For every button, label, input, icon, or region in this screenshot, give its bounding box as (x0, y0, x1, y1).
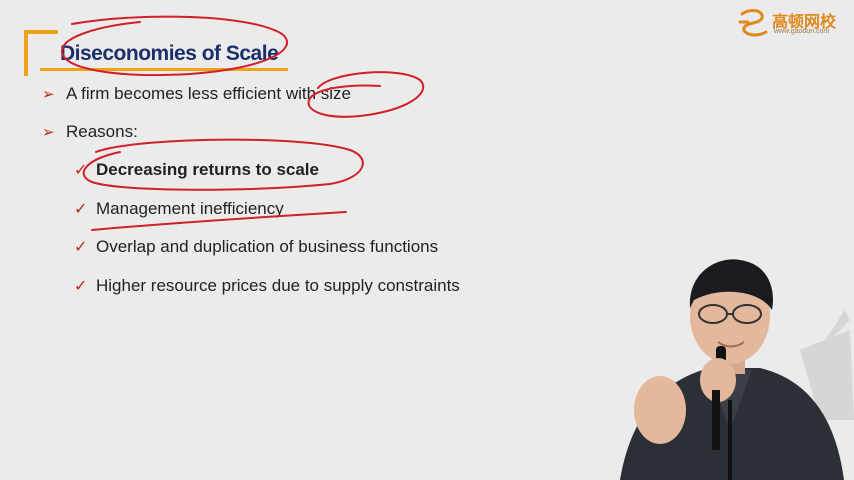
presenter-video (620, 259, 844, 480)
reason-item: ✓ Higher resource prices due to supply co… (74, 276, 460, 296)
gaodun-logo: 高顿网校 www.gaodun.com (736, 6, 846, 42)
reason-item: ✓ Decreasing returns to scale (74, 160, 319, 180)
reason-text: Management inefficiency (96, 199, 284, 218)
check-icon: ✓ (74, 278, 88, 295)
arrow-bullet-icon: ➢ (42, 86, 55, 103)
title-underline (40, 68, 288, 71)
slide-title: Diseconomies of Scale (60, 42, 279, 65)
logo-url: www.gaodun.com (774, 28, 830, 35)
reason-text: Decreasing returns to scale (96, 160, 319, 179)
logo-mark-icon (738, 9, 768, 37)
reason-item: ✓ Overlap and duplication of business fun… (74, 237, 438, 257)
lecture-slide: Diseconomies of Scale ➢ A firm becomes le… (0, 0, 854, 480)
bullet-text: A firm becomes less efficient with size (66, 84, 352, 103)
check-icon: ✓ (74, 201, 88, 218)
reason-text: Overlap and duplication of business func… (96, 237, 439, 256)
bullet-item: ➢ Reasons: (42, 122, 138, 142)
check-icon: ✓ (74, 239, 88, 256)
bullet-item: ➢ A firm becomes less efficient with size (42, 84, 351, 104)
reason-item: ✓ Management inefficiency (74, 199, 284, 219)
arrow-bullet-icon: ➢ (42, 124, 55, 141)
check-icon: ✓ (74, 162, 88, 179)
reason-text: Higher resource prices due to supply con… (96, 276, 460, 295)
bullet-text: Reasons: (66, 122, 138, 141)
